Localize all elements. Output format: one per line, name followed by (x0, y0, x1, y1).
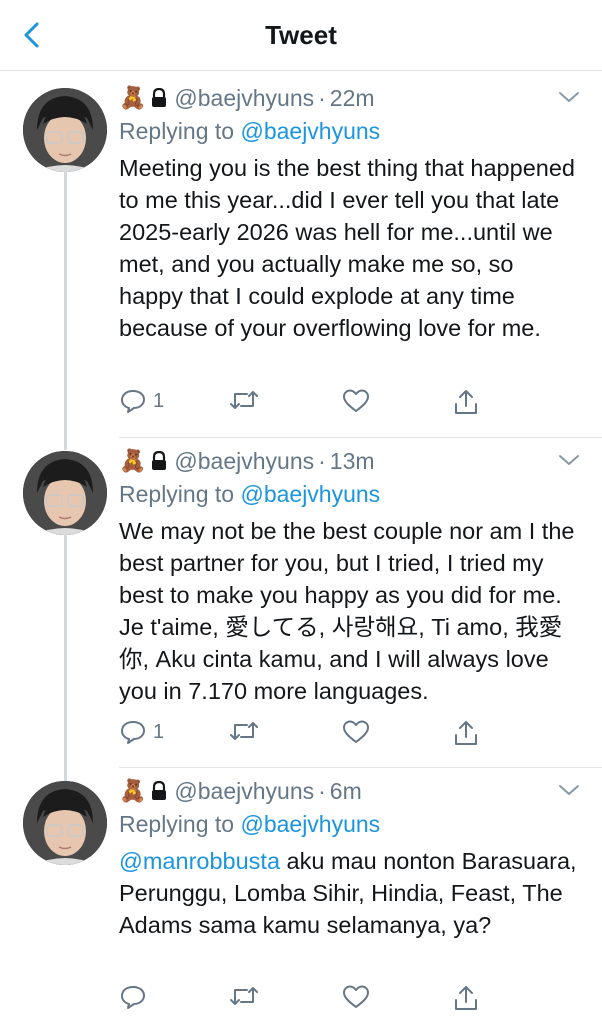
replying-to: Replying to @baejvhyuns (119, 118, 380, 145)
tweet-text: Meeting you is the best thing that happe… (119, 155, 575, 341)
separator-dot: · (318, 447, 326, 474)
retweet-icon (230, 722, 258, 740)
like-button[interactable] (342, 984, 370, 1010)
like-icon (343, 389, 369, 412)
replying-label: Replying to (119, 118, 241, 144)
share-button[interactable] (453, 388, 479, 416)
like-button[interactable] (342, 388, 370, 414)
timestamp: 22m (329, 84, 375, 111)
tweet[interactable]: 🧸 @baejvhyuns · 22m Replying to @baejvhy… (0, 70, 602, 438)
user-handle[interactable]: @baejvhyuns (174, 448, 314, 475)
tweet-actions (119, 984, 479, 1016)
replying-label: Replying to (119, 811, 241, 837)
chevron-down-icon[interactable] (558, 783, 580, 797)
tweet-header: 🧸 @baejvhyuns · 6m (119, 775, 362, 807)
reply-icon (121, 986, 145, 1009)
share-button[interactable] (453, 719, 479, 747)
tweet-actions: 1 (119, 719, 479, 751)
reply-icon (121, 390, 145, 413)
like-button[interactable] (342, 719, 370, 745)
reply-button[interactable]: 1 (119, 388, 164, 414)
separator-dot: · (318, 777, 326, 804)
retweet-button[interactable] (229, 984, 259, 1008)
reply-button[interactable] (119, 984, 153, 1010)
chevron-down-icon[interactable] (558, 453, 580, 467)
teddy-bear-emoji: 🧸 (119, 778, 147, 803)
tweet-text: @manrobbusta aku mau nonton Barasuara, P… (119, 845, 579, 941)
retweet-button[interactable] (229, 388, 259, 412)
lock-icon (152, 451, 167, 470)
tweet[interactable]: 🧸 @baejvhyuns · 6m Replying to @baejvhyu… (0, 763, 602, 1024)
share-button[interactable] (453, 984, 479, 1012)
reply-count: 1 (153, 720, 165, 743)
avatar[interactable] (23, 88, 107, 172)
page-title: Tweet (265, 20, 337, 50)
tweet-actions: 1 (119, 388, 479, 420)
avatar[interactable] (23, 451, 107, 535)
user-handle[interactable]: @baejvhyuns (174, 85, 314, 112)
separator-dot: · (318, 84, 326, 111)
top-bar: Tweet (0, 0, 602, 71)
tweet-header: 🧸 @baejvhyuns · 13m (119, 445, 375, 477)
user-handle[interactable]: @baejvhyuns (174, 778, 314, 805)
tweet-header: 🧸 @baejvhyuns · 22m (119, 82, 375, 114)
teddy-bear-emoji: 🧸 (119, 85, 147, 110)
like-icon (343, 720, 369, 743)
avatar[interactable] (23, 781, 107, 865)
timestamp: 13m (329, 447, 375, 474)
mention-link[interactable]: @manrobbusta (119, 848, 280, 874)
share-icon (455, 390, 477, 414)
retweet-button[interactable] (229, 719, 259, 743)
timestamp: 6m (329, 777, 362, 804)
lock-icon (152, 88, 167, 107)
chevron-down-icon[interactable] (558, 90, 580, 104)
reply-icon (121, 721, 145, 744)
tweet[interactable]: 🧸 @baejvhyuns · 13m Replying to @baejvhy… (0, 433, 602, 768)
teddy-bear-emoji: 🧸 (119, 448, 147, 473)
share-icon (455, 721, 477, 745)
reply-button[interactable]: 1 (119, 719, 164, 745)
replying-mention[interactable]: @baejvhyuns (240, 118, 380, 144)
retweet-icon (230, 391, 258, 409)
replying-mention[interactable]: @baejvhyuns (240, 811, 380, 837)
tweet-text: We may not be the best couple nor am I t… (119, 518, 575, 704)
replying-to: Replying to @baejvhyuns (119, 481, 380, 508)
replying-to: Replying to @baejvhyuns (119, 811, 380, 838)
lock-icon (152, 781, 167, 800)
replying-label: Replying to (119, 481, 241, 507)
like-icon (343, 985, 369, 1008)
replying-mention[interactable]: @baejvhyuns (240, 481, 380, 507)
retweet-icon (230, 987, 258, 1005)
reply-count: 1 (153, 389, 165, 412)
share-icon (455, 986, 477, 1010)
